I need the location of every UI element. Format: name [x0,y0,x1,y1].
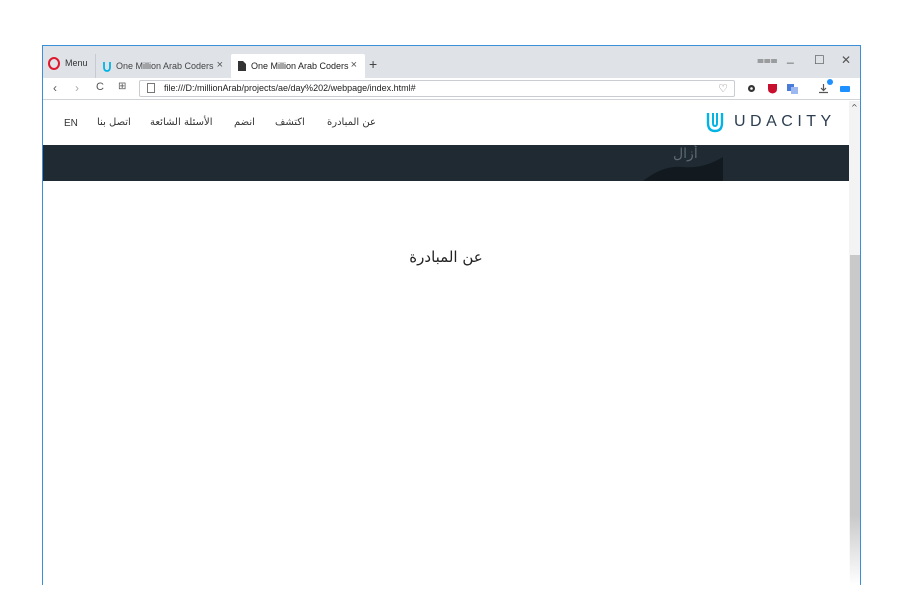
maximize-button[interactable]: ☐ [814,53,825,67]
language-toggle[interactable]: EN [64,118,78,129]
opera-menu-button[interactable]: Menu [48,55,88,71]
address-bar: ‹ › C ⊞ file:///D:/millionArab/projects/… [43,78,860,100]
battery-saver-icon[interactable] [840,83,851,94]
tab-close-icon[interactable]: × [351,59,357,71]
tab-inactive[interactable]: One Million Arab Coders × [95,54,231,78]
document-favicon-icon [237,61,247,72]
close-window-button[interactable]: ✕ [841,53,851,67]
nav-faq[interactable]: الأسئلة الشائعة [150,117,213,128]
page-viewport: EN اتصل بنا الأسئلة الشائعة انضم اكتشف ع… [43,101,849,585]
menu-label: Menu [65,58,88,68]
url-field[interactable]: file:///D:/millionArab/projects/ae/day%2… [139,80,735,97]
back-icon[interactable]: ‹ [53,81,57,95]
hero-banner: أزال [43,145,849,181]
reload-icon[interactable]: C [96,81,104,93]
url-text[interactable]: file:///D:/millionArab/projects/ae/day%2… [164,83,416,93]
tab-active[interactable]: One Million Arab Coders × [231,54,365,78]
udacity-favicon-icon [102,61,112,72]
speed-dial-icon[interactable]: ⊞ [118,81,126,92]
nav-join[interactable]: انضم [234,117,255,128]
tab-bar: Menu One Million Arab Coders × One Milli… [43,46,860,78]
scroll-up-icon[interactable]: ^ [851,103,858,112]
hero-watermark: أزال [673,146,698,162]
adblock-shield-icon[interactable] [767,83,778,94]
opera-logo-icon [48,56,60,70]
tab-close-icon[interactable]: × [217,59,223,71]
udacity-u-icon [706,113,724,133]
tabs-menu-icon[interactable]: ⩶ [757,53,778,68]
new-tab-button[interactable]: + [369,56,377,72]
notification-dot-icon [827,79,833,85]
page-icon [147,83,155,93]
browser-window: Menu One Million Arab Coders × One Milli… [42,45,861,585]
scrollbar-thumb[interactable] [850,255,860,585]
minimize-button[interactable]: _ [787,50,794,64]
extension-gear-icon[interactable] [746,83,757,94]
site-header: EN اتصل بنا الأسئلة الشائعة انضم اكتشف ع… [43,101,849,145]
logo-wordmark: UDACITY [734,113,836,130]
tab-title: One Million Arab Coders [116,61,214,71]
tab-title: One Million Arab Coders [251,61,349,71]
nav-discover[interactable]: اكتشف [275,117,305,128]
section-heading: عن المبادرة [409,248,483,266]
udacity-logo[interactable]: UDACITY [705,111,836,133]
bookmark-heart-icon[interactable]: ♡ [718,82,728,95]
translate-icon[interactable] [787,83,798,94]
forward-icon[interactable]: › [75,81,79,95]
nav-about[interactable]: عن المبادرة [327,117,376,128]
nav-contact[interactable]: اتصل بنا [97,117,131,128]
vertical-scrollbar[interactable]: ^ [849,101,860,585]
